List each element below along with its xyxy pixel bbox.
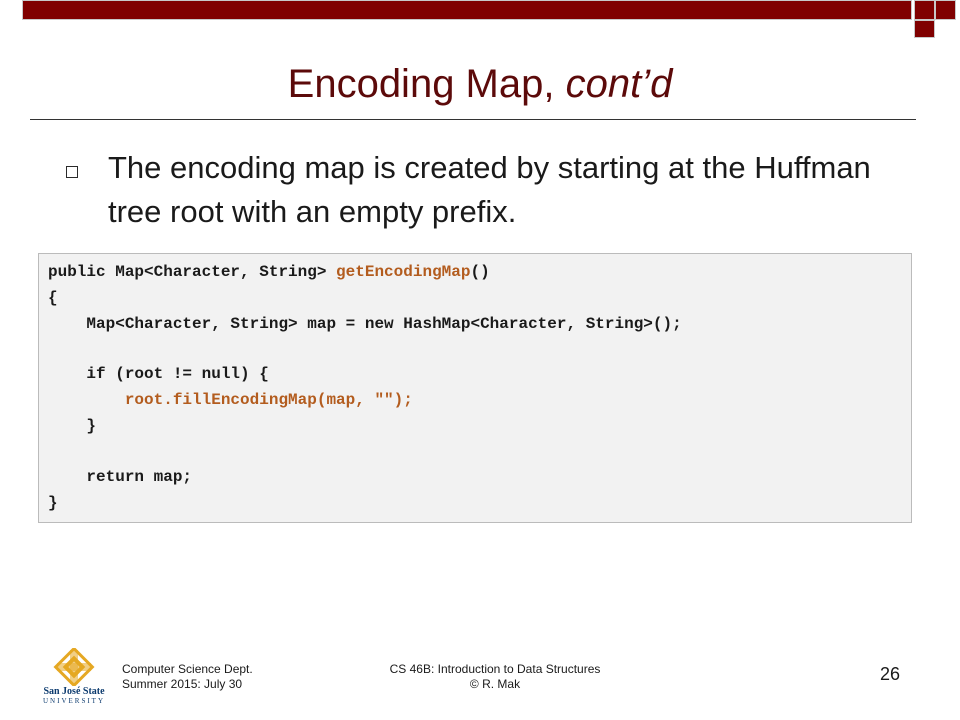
footer-dept: Computer Science Dept.: [122, 662, 253, 676]
code-method-name: getEncodingMap: [336, 263, 471, 281]
hollow-square-bullet-icon: [66, 166, 78, 178]
corner-square: [914, 20, 935, 38]
code-line: }: [48, 417, 97, 435]
logo-subtitle: UNIVERSITY: [43, 697, 105, 705]
code-line: public Map<Character, String> getEncodin…: [48, 260, 490, 284]
code-line: {: [48, 289, 58, 307]
corner-square: [914, 0, 935, 20]
slide-title: Encoding Map, cont’d: [0, 60, 960, 108]
page-number: 26: [880, 664, 901, 684]
footer-author: © R. Mak: [469, 677, 521, 691]
university-logo-icon: [53, 648, 95, 686]
logo-name: San José State: [43, 686, 105, 697]
title-divider: [30, 119, 916, 120]
corner-square: [935, 0, 956, 20]
code-text: public Map<Character, String>: [48, 263, 337, 281]
footer-course: CS 46B: Introduction to Data Structures: [389, 662, 601, 676]
code-line: }: [48, 494, 58, 512]
code-line: root.fillEncodingMap(map, "");: [48, 391, 413, 409]
bullet-text: The encoding map is created by starting …: [108, 150, 871, 229]
code-line: return map;: [48, 468, 193, 486]
code-line: Map<Character, String> map = new HashMap…: [48, 315, 682, 333]
header-bar: [22, 0, 912, 20]
footer-term: Summer 2015: July 30: [122, 677, 243, 691]
code-line: if (root != null) {: [48, 365, 269, 383]
title-italic: cont’d: [565, 62, 673, 106]
title-main: Encoding Map,: [287, 62, 566, 106]
code-text: (): [470, 263, 490, 281]
